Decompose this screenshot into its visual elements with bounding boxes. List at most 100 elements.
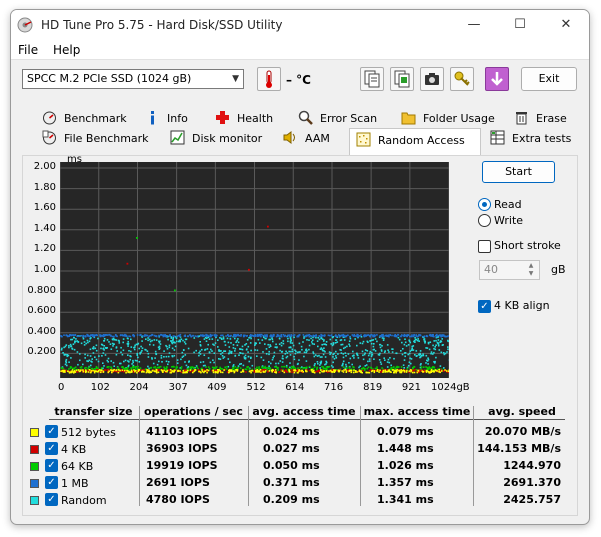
data-point: [140, 334, 142, 336]
read-radio[interactable]: [478, 198, 491, 211]
tab-file-benchmark[interactable]: File Benchmark: [36, 129, 161, 148]
data-point: [242, 370, 245, 373]
tab-error-scan[interactable]: Error Scan: [292, 109, 392, 128]
tab-file-benchmark-label: File Benchmark: [64, 132, 149, 145]
data-point: [292, 344, 295, 347]
data-point: [68, 345, 70, 347]
short-stroke-checkbox[interactable]: [478, 240, 491, 253]
series-checkbox[interactable]: ✓: [45, 493, 58, 506]
data-point: [312, 334, 315, 337]
data-point: [393, 371, 395, 373]
data-point: [447, 339, 449, 342]
data-point: [160, 357, 163, 359]
data-point: [260, 356, 263, 359]
data-point: [130, 346, 133, 348]
data-point: [229, 334, 232, 337]
screenshot-button[interactable]: [420, 67, 444, 91]
data-point: [70, 338, 72, 341]
data-point: [91, 334, 94, 337]
transfer-size-label: 1 MB: [61, 477, 89, 490]
ops-cell: 2691 IOPS: [146, 476, 210, 489]
tab-health[interactable]: Health: [209, 109, 289, 128]
series-checkbox[interactable]: ✓: [45, 425, 58, 438]
data-point: [371, 351, 373, 354]
data-point: [73, 336, 75, 339]
data-point: [393, 357, 395, 360]
data-point: [246, 334, 248, 337]
data-point: [221, 352, 224, 354]
data-point: [416, 339, 419, 342]
data-point: [189, 369, 192, 371]
tab-random-access[interactable]: Random Access: [349, 128, 481, 156]
exit-button[interactable]: Exit: [521, 67, 577, 91]
header-ops: operations / sec: [144, 405, 243, 418]
data-point: [417, 335, 420, 337]
tab-disk-monitor[interactable]: Disk monitor: [164, 129, 274, 148]
data-point: [432, 353, 434, 355]
data-point: [183, 335, 186, 337]
temperature-button[interactable]: [257, 67, 281, 91]
short-stroke-spinner[interactable]: 40 ▲ ▼: [479, 260, 540, 280]
data-point: [153, 339, 156, 341]
data-point: [428, 372, 431, 374]
write-radio[interactable]: [478, 214, 491, 227]
series-checkbox[interactable]: ✓: [45, 442, 58, 455]
menu-help[interactable]: Help: [53, 43, 80, 57]
data-point: [134, 359, 137, 362]
data-point: [221, 368, 224, 370]
data-point: [377, 353, 380, 356]
data-point: [349, 335, 351, 338]
data-point: [111, 371, 113, 374]
data-point: [276, 367, 279, 370]
y-tick-label: 0.200: [27, 346, 56, 358]
close-button[interactable]: ✕: [543, 10, 589, 40]
tab-aam[interactable]: AAM: [277, 129, 343, 148]
data-point: [239, 352, 241, 354]
save-button[interactable]: [485, 67, 509, 91]
copy-screen-button[interactable]: [390, 67, 414, 91]
minimize-button[interactable]: —: [451, 10, 497, 40]
start-button[interactable]: Start: [482, 161, 555, 183]
spin-down-icon[interactable]: ▼: [525, 270, 537, 278]
tab-benchmark[interactable]: Benchmark: [36, 109, 136, 128]
data-point: [173, 349, 176, 351]
data-point: [171, 347, 174, 350]
data-point: [235, 341, 237, 343]
data-point: [202, 364, 205, 367]
tab-erase[interactable]: Erase: [508, 109, 578, 128]
options-button[interactable]: [450, 67, 474, 91]
copy-info-button[interactable]: [360, 67, 384, 91]
data-point: [318, 338, 321, 341]
menu-file[interactable]: File: [18, 43, 38, 57]
data-point: [89, 369, 91, 371]
data-point: [345, 335, 348, 338]
x-tick-label: 409: [207, 382, 227, 393]
data-point: [155, 339, 158, 341]
maximize-button[interactable]: ☐: [497, 10, 543, 40]
tab-folder-usage[interactable]: Folder Usage: [395, 109, 505, 128]
drive-select[interactable]: SPCC M.2 PCIe SSD (1024 gB) ▼: [22, 69, 244, 89]
data-point: [213, 352, 216, 354]
max-access-cell: 0.079 ms: [377, 425, 434, 438]
trash-icon: [516, 112, 527, 125]
data-point: [227, 341, 230, 344]
data-point: [171, 366, 173, 368]
data-point: [339, 339, 342, 342]
data-point: [432, 334, 434, 336]
series-checkbox[interactable]: ✓: [45, 459, 58, 472]
data-point: [234, 347, 237, 350]
tab-extra-tests[interactable]: Extra tests: [484, 129, 578, 148]
data-point: [129, 358, 131, 361]
series-checkbox[interactable]: ✓: [45, 476, 58, 489]
data-point: [211, 350, 213, 352]
data-point: [229, 361, 231, 364]
tab-info[interactable]: Info: [139, 109, 209, 128]
spin-up-icon[interactable]: ▲: [525, 262, 537, 270]
avg-speed-cell: 2691.370: [503, 476, 561, 489]
write-label: Write: [494, 214, 524, 227]
data-point: [151, 339, 153, 342]
align-checkbox[interactable]: ✓: [478, 300, 491, 313]
data-point: [270, 362, 272, 365]
data-point: [350, 371, 353, 374]
data-point: [237, 365, 240, 367]
